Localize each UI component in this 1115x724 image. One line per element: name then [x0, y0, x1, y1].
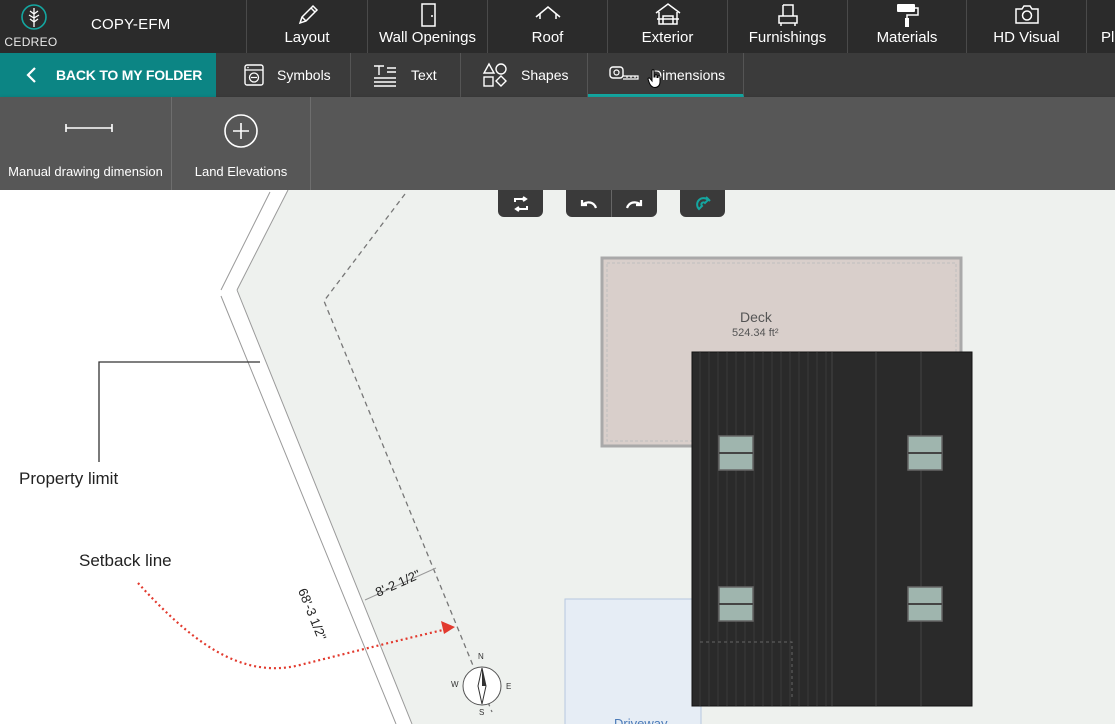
manual-drawing-dimension-tool[interactable]: Manual drawing dimension: [0, 97, 172, 190]
driveway-area: [564, 598, 702, 724]
house-exterior-icon: [655, 3, 680, 25]
brand-name: CEDREO: [4, 35, 58, 49]
tab-materials-label: Materials: [876, 29, 938, 46]
driveway-label: Driveway: [614, 716, 668, 724]
tab-symbols[interactable]: Symbols: [216, 53, 351, 97]
plus-circle-icon: [224, 114, 258, 148]
deck-label: Deck: [740, 309, 772, 325]
tab-layout[interactable]: Layout: [246, 0, 367, 53]
tab-dimensions[interactable]: Dimensions: [588, 53, 744, 97]
tab-roof[interactable]: Roof: [487, 0, 607, 53]
paint-roller-icon: [897, 4, 919, 27]
tab-layout-label: Layout: [284, 29, 330, 46]
undo-icon: [580, 199, 597, 208]
tab-shapes[interactable]: Shapes: [461, 53, 588, 97]
compass-s: S: [479, 708, 485, 717]
property-limit-callout: [98, 361, 260, 462]
armchair-icon: [777, 4, 798, 26]
compass-rose: [462, 666, 502, 706]
tab-roof-label: Roof: [531, 29, 564, 46]
back-to-folder-button[interactable]: BACK TO MY FOLDER: [0, 53, 216, 97]
tab-wall-openings[interactable]: Wall Openings: [367, 0, 487, 53]
symbols-icon: [244, 64, 264, 86]
tree-logo-icon: [21, 4, 47, 30]
shapes-icon: [482, 62, 507, 87]
tab-furnishings[interactable]: Furnishings: [727, 0, 847, 53]
text-icon: [374, 65, 396, 87]
dimension-line-icon: [65, 124, 113, 132]
compass-n: N: [478, 652, 484, 661]
tab-text-label: Text: [411, 67, 437, 83]
compass-w: W: [451, 680, 459, 689]
tab-symbols-label: Symbols: [277, 67, 331, 83]
tab-exterior[interactable]: Exterior: [607, 0, 727, 53]
top-navigation-bar: CEDREO COPY-EFM Layout Wall Openings Roo…: [0, 0, 1115, 53]
cedreo-logo[interactable]: CEDREO: [0, 0, 62, 53]
dimensions-tool-panel: Manual drawing dimension Land Elevations: [0, 97, 1115, 190]
site-plan-drawing: [98, 190, 1115, 724]
swap-button[interactable]: [498, 190, 543, 217]
camera-icon: [1014, 5, 1039, 24]
tab-shapes-label: Shapes: [521, 67, 569, 83]
tab-wall-openings-label: Wall Openings: [379, 29, 476, 46]
tab-exterior-label: Exterior: [641, 29, 694, 46]
door-icon: [420, 3, 436, 27]
roof-icon: [535, 6, 560, 19]
secondary-toolbar: BACK TO MY FOLDER Symbols Text Shapes Di…: [0, 53, 1115, 97]
hand-cursor-icon: [647, 69, 661, 89]
undo-redo-group: [566, 190, 657, 217]
undo-button[interactable]: [567, 190, 612, 217]
pencil-icon: [298, 4, 319, 25]
land-elevations-label: Land Elevations: [194, 164, 288, 179]
setback-line-label: Setback line: [79, 551, 172, 570]
tab-materials[interactable]: Materials: [847, 0, 966, 53]
compass-e: E: [506, 682, 512, 691]
project-name: COPY-EFM: [91, 16, 171, 33]
tab-overflow-label: Pl: [1101, 29, 1115, 46]
land-elevations-tool[interactable]: Land Elevations: [172, 97, 311, 190]
magnet-button[interactable]: [680, 190, 725, 217]
tab-furnishings-label: Furnishings: [748, 29, 827, 46]
property-limit-label: Property limit: [19, 469, 119, 488]
tab-hd-visual-label: HD Visual: [993, 29, 1060, 46]
plan-canvas[interactable]: Deck 524.34 ft² Property limit Setback l…: [0, 190, 1115, 724]
magnet-icon: [695, 195, 711, 210]
back-to-folder-label: BACK TO MY FOLDER: [56, 67, 203, 83]
deck-area-label: 524.34 ft²: [732, 327, 779, 339]
tape-measure-icon: [609, 66, 639, 80]
tab-text[interactable]: Text: [351, 53, 461, 97]
chevron-left-icon: [26, 67, 36, 83]
redo-button[interactable]: [612, 190, 657, 217]
manual-drawing-dimension-label: Manual drawing dimension: [8, 164, 163, 179]
swap-icon: [513, 195, 528, 212]
redo-icon: [625, 199, 643, 208]
tab-overflow[interactable]: Pl: [1086, 0, 1115, 53]
tab-hd-visual[interactable]: HD Visual: [966, 0, 1086, 53]
